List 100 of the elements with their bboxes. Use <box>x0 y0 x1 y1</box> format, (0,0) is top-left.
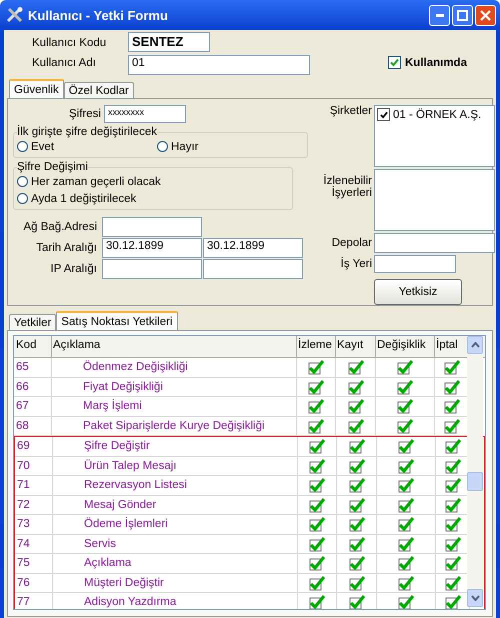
radio-button[interactable] <box>157 141 168 152</box>
column-header[interactable]: Değişiklik <box>376 336 435 357</box>
checkbox[interactable] <box>309 438 325 454</box>
column-header[interactable]: Kod <box>14 336 52 357</box>
checkbox[interactable] <box>309 536 325 552</box>
checkbox[interactable] <box>348 574 364 591</box>
company-list[interactable]: 01 - ÖRNEK A.Ş. <box>374 105 495 167</box>
checkbox[interactable] <box>348 496 364 513</box>
checkbox[interactable] <box>348 418 364 434</box>
checkbox[interactable] <box>309 477 325 494</box>
field-label: Şifresi <box>69 108 101 120</box>
checkbox[interactable] <box>444 536 460 552</box>
maximize-button[interactable] <box>452 4 473 26</box>
column-header[interactable]: Açıklama <box>52 336 297 357</box>
tab[interactable]: Yetkiler <box>9 314 56 330</box>
table-cell: 76 <box>15 574 53 592</box>
checkbox[interactable] <box>398 477 414 494</box>
close-icon <box>480 10 491 20</box>
checkbox[interactable] <box>348 359 364 376</box>
checkbox[interactable] <box>444 477 460 494</box>
checkbox[interactable] <box>444 516 460 532</box>
input-field[interactable] <box>374 233 495 253</box>
checkbox[interactable] <box>398 594 414 609</box>
table-cell: 73 <box>15 515 53 534</box>
check-icon <box>380 110 388 118</box>
checkbox[interactable] <box>397 378 413 395</box>
caret-down-icon <box>470 595 480 601</box>
password-field[interactable]: xxxxxxxx <box>104 105 186 123</box>
date-field[interactable]: 30.12.1899 <box>203 238 303 258</box>
checkbox[interactable] <box>444 458 460 474</box>
field-label: Şirketler <box>328 105 373 117</box>
input-field[interactable]: 01 <box>128 55 310 75</box>
close-button[interactable] <box>475 4 496 26</box>
list-item[interactable]: 01 - ÖRNEK A.Ş. <box>393 108 482 120</box>
table-cell: Ürün Talep Mesajı <box>53 456 298 475</box>
checkbox[interactable] <box>397 418 413 434</box>
input-field[interactable] <box>203 259 303 279</box>
checkbox[interactable] <box>308 398 324 414</box>
checkbox[interactable] <box>309 555 325 572</box>
checkbox[interactable] <box>398 536 414 552</box>
checkbox[interactable] <box>348 594 364 609</box>
checkbox[interactable] <box>348 477 364 494</box>
column-header[interactable]: Kayıt <box>336 336 376 357</box>
checkbox[interactable] <box>348 555 364 572</box>
checkbox[interactable] <box>398 555 414 572</box>
workplace-list[interactable] <box>374 169 495 231</box>
radio-button[interactable] <box>17 141 28 152</box>
scroll-down-button[interactable] <box>467 589 483 607</box>
checkbox[interactable] <box>377 108 390 121</box>
checkbox[interactable] <box>309 574 325 591</box>
checkbox[interactable] <box>444 398 460 414</box>
checkbox[interactable] <box>397 398 413 414</box>
input-field[interactable]: SENTEZ <box>128 32 210 52</box>
checkbox[interactable] <box>348 438 364 454</box>
scroll-up-button[interactable] <box>467 336 483 354</box>
checkbox[interactable] <box>309 496 325 513</box>
checkbox[interactable] <box>444 574 460 591</box>
checkbox[interactable] <box>348 536 364 552</box>
checkbox[interactable] <box>398 516 414 532</box>
tab[interactable]: Satış Noktası Yetkileri <box>56 311 178 330</box>
input-field[interactable] <box>102 217 202 237</box>
checkbox[interactable] <box>444 438 460 454</box>
radio-button[interactable] <box>17 193 28 204</box>
scrollbar[interactable] <box>467 336 483 607</box>
date-field[interactable]: 30.12.1899 <box>102 238 202 258</box>
checkbox[interactable] <box>398 574 414 591</box>
checkbox[interactable] <box>444 555 460 572</box>
radio-button[interactable] <box>17 176 28 187</box>
checkbox[interactable] <box>309 594 325 609</box>
checkbox[interactable] <box>397 359 413 376</box>
table-cell: Servis <box>53 534 298 553</box>
checkbox[interactable] <box>444 594 460 609</box>
checkbox[interactable] <box>444 378 460 395</box>
checkbox[interactable] <box>308 418 324 434</box>
minimize-button[interactable] <box>429 4 450 26</box>
checkbox-label: Kullanımda <box>405 56 467 68</box>
checkbox[interactable] <box>444 496 460 513</box>
tab[interactable]: Özel Kodlar <box>64 82 134 98</box>
checkbox[interactable] <box>308 378 324 395</box>
checkbox[interactable] <box>388 56 401 69</box>
checkbox[interactable] <box>444 418 460 434</box>
input-field[interactable] <box>102 259 202 279</box>
tab[interactable]: Güvenlik <box>9 79 64 98</box>
checkbox[interactable] <box>398 458 414 474</box>
checkbox[interactable] <box>398 496 414 513</box>
checkbox[interactable] <box>309 516 325 532</box>
checkbox[interactable] <box>308 359 324 376</box>
column-header[interactable]: İzleme <box>297 336 336 357</box>
table-cell: Marş İşlemi <box>52 397 297 416</box>
checkbox[interactable] <box>348 458 364 474</box>
checkbox[interactable] <box>398 438 414 454</box>
checkbox[interactable] <box>348 378 364 395</box>
scroll-thumb[interactable] <box>467 472 483 491</box>
checkbox[interactable] <box>348 516 364 532</box>
checkbox[interactable] <box>348 398 364 414</box>
group-title: İlk girişte şifre değiştirilecek <box>17 126 157 138</box>
checkbox[interactable] <box>444 359 460 376</box>
unauthorized-button[interactable]: Yetkisiz <box>374 279 462 305</box>
checkbox[interactable] <box>309 458 325 474</box>
input-field[interactable] <box>374 255 456 273</box>
